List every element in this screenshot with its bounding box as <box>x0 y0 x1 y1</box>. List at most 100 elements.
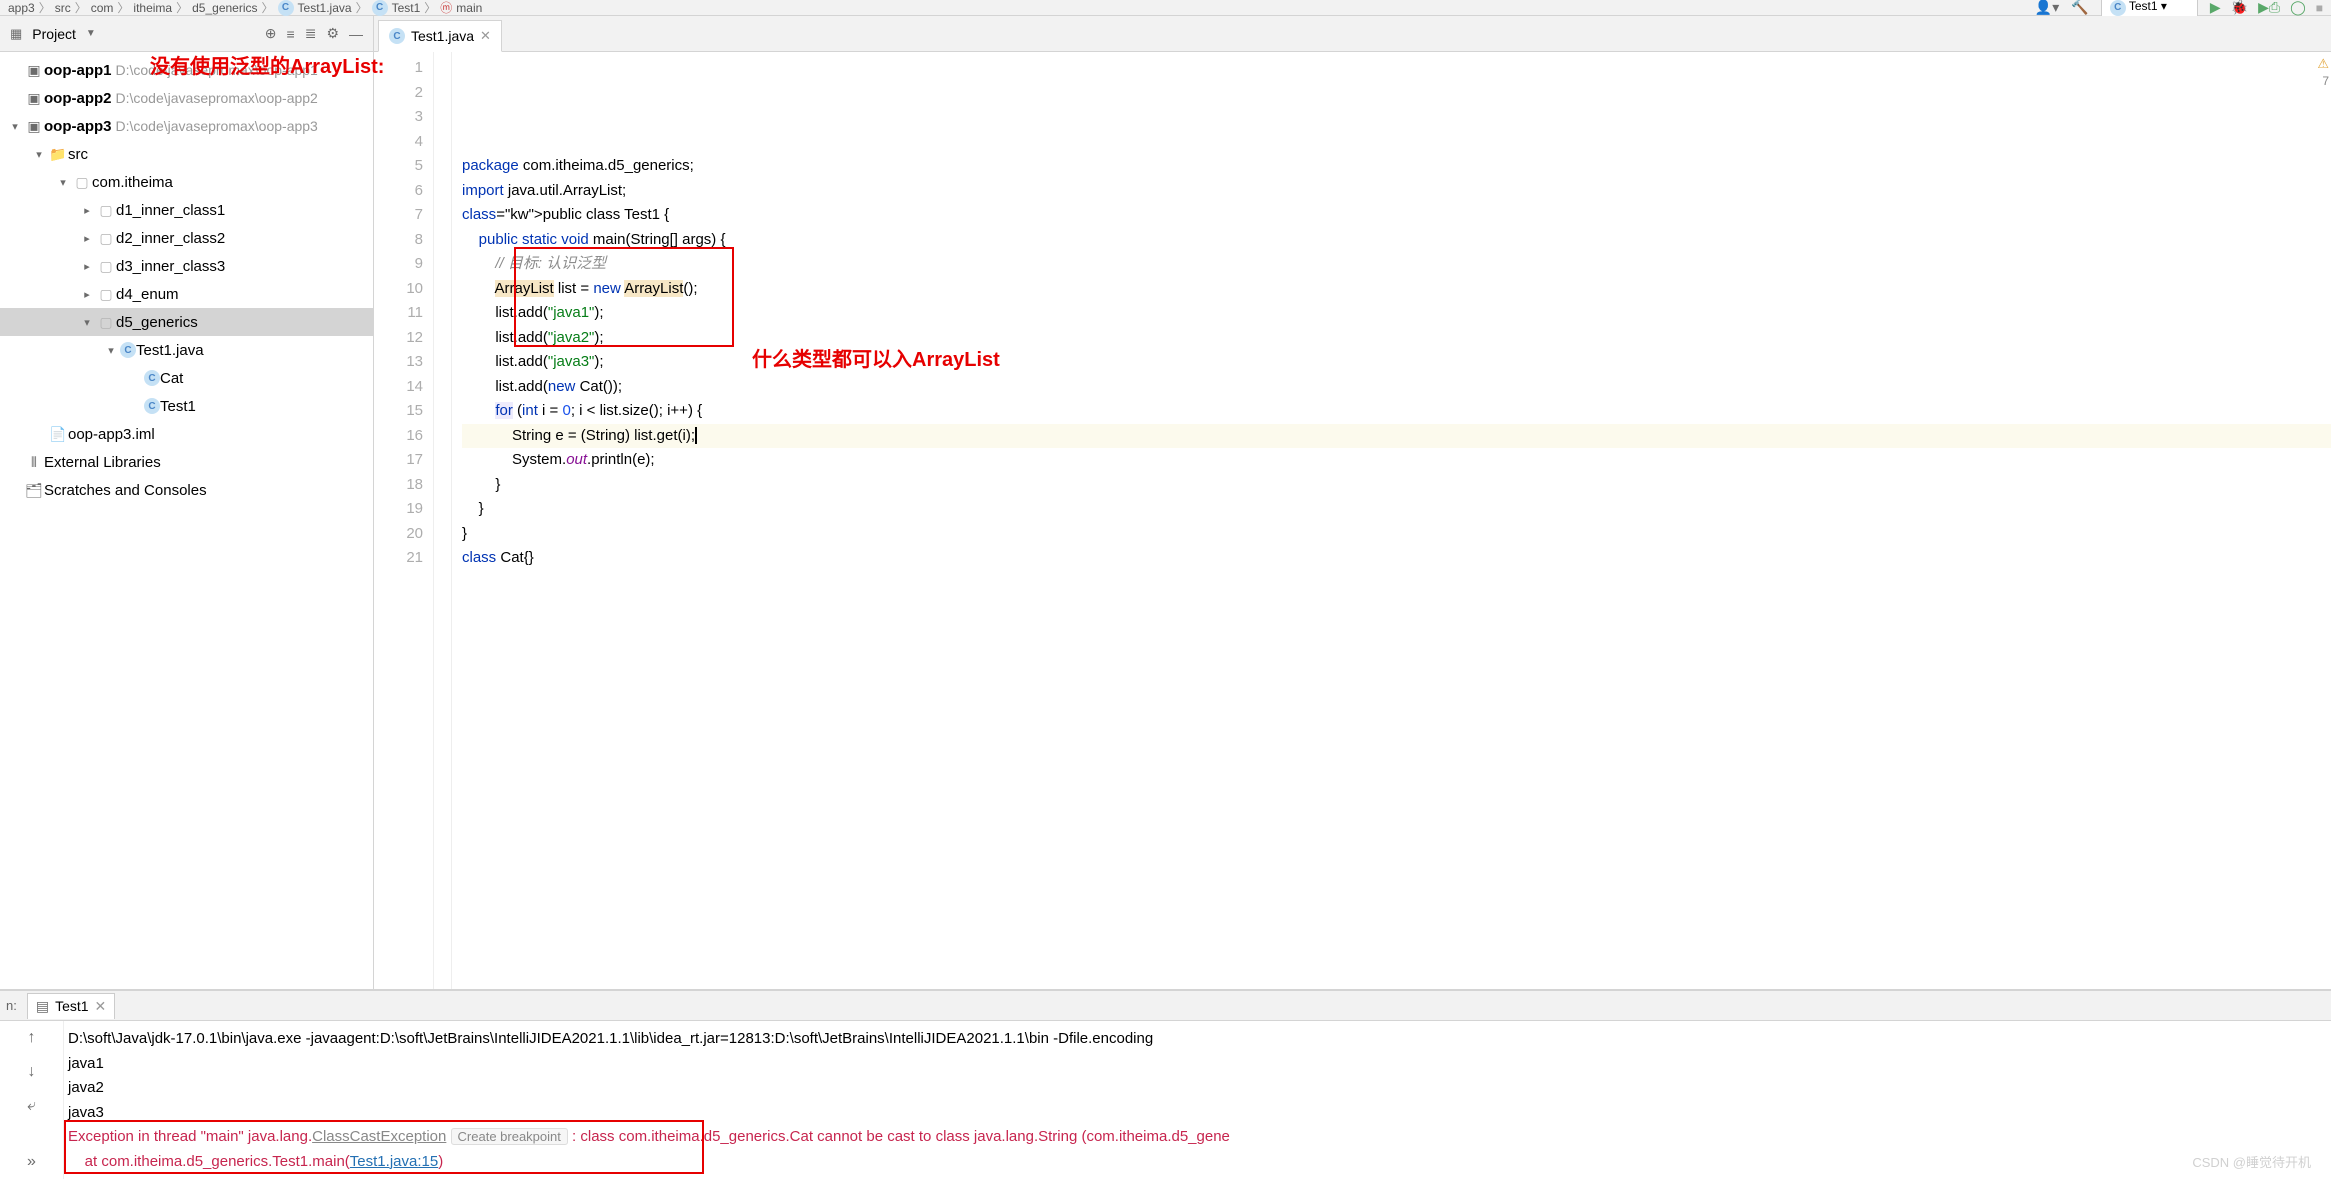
chevron-icon[interactable]: ▸ <box>78 288 96 301</box>
wrap-icon[interactable]: ⤶ <box>27 1097 36 1115</box>
chevron-icon[interactable]: ▸ <box>78 260 96 273</box>
code-lines[interactable]: 什么类型都可以入ArrayList package com.itheima.d5… <box>452 52 2331 989</box>
expand-icon[interactable]: ≡ <box>287 26 295 42</box>
close-icon[interactable]: ✕ <box>95 998 107 1015</box>
pkg-icon: ▢ <box>96 314 116 331</box>
tree-item-d2-inner-class2[interactable]: ▸▢d2_inner_class2 <box>0 224 373 252</box>
tree-item-oop-app2[interactable]: ▣oop-app2D:\code\javasepromax\oop-app2 <box>0 84 373 112</box>
code-area[interactable]: 1234▶5▶6789101112131415161718192021 什么类型… <box>374 52 2331 989</box>
editor-tabs: C Test1.java ✕ <box>374 16 2331 52</box>
chevron-icon[interactable]: ▸ <box>78 232 96 245</box>
fold-column <box>434 52 452 989</box>
settings-icon[interactable]: ⚙ <box>326 25 339 42</box>
annotation-no-generics: 没有使用泛型的ArrayList: <box>150 50 374 79</box>
chevron-icon[interactable]: ▸ <box>78 204 96 217</box>
pkg-icon: ▢ <box>96 230 116 247</box>
tree-label: com.itheima <box>92 174 173 191</box>
annotation-any-type: 什么类型都可以入ArrayList <box>752 348 1000 373</box>
class-icon: C <box>144 398 160 414</box>
pkg-icon: ▢ <box>96 202 116 219</box>
chevron-icon[interactable]: ▾ <box>78 316 96 329</box>
sidebar-title[interactable]: Project <box>32 26 76 42</box>
tree-item-test1-java[interactable]: ▾CTest1.java <box>0 336 373 364</box>
tree-label: oop-app3 <box>44 118 112 135</box>
tree-item-cat[interactable]: CCat <box>0 364 373 392</box>
debug-button[interactable]: 🐞 <box>2231 0 2248 16</box>
tree-item-src[interactable]: ▾📁src <box>0 140 373 168</box>
crumb[interactable]: itheima <box>133 1 172 15</box>
locate-icon[interactable]: ⊕ <box>265 25 277 42</box>
crumb[interactable]: Test1.java <box>298 1 352 15</box>
chevron-icon[interactable]: ▾ <box>54 176 72 189</box>
more-icon[interactable]: » <box>27 1153 36 1171</box>
down-icon[interactable]: ↓ <box>28 1063 36 1081</box>
tree-item-oop-app3-iml[interactable]: 📄oop-app3.iml <box>0 420 373 448</box>
up-icon[interactable]: ↑ <box>28 1029 36 1047</box>
run-tabs: n: ▤ Test1 ✕ <box>0 991 2331 1021</box>
scratch-icon: 🗂 <box>24 482 44 499</box>
class-icon: C <box>278 0 294 16</box>
run-tab[interactable]: ▤ Test1 ✕ <box>27 993 115 1019</box>
crumb[interactable]: Test1 <box>392 1 421 15</box>
tree-label: src <box>68 146 88 163</box>
top-bar: app3〉 src〉 com〉 itheima〉 d5_generics〉 C … <box>0 0 2331 16</box>
tree-item-oop-app3[interactable]: ▾▣oop-app3D:\code\javasepromax\oop-app3 <box>0 112 373 140</box>
tree-label: External Libraries <box>44 454 161 471</box>
project-sidebar: ▦ Project ▼ ⊕ ≡ ≣ ⚙ — ▣oop-app1D:\code\j… <box>0 16 374 989</box>
class-icon: C <box>120 342 136 358</box>
crumb[interactable]: app3 <box>8 1 35 15</box>
watermark: CSDN @睡觉待开机 <box>2192 1151 2311 1176</box>
crumb[interactable]: com <box>91 1 114 15</box>
console-output[interactable]: D:\soft\Java\jdk-17.0.1\bin\java.exe -ja… <box>64 1021 2331 1179</box>
crumb[interactable]: d5_generics <box>192 1 257 15</box>
create-breakpoint-button[interactable]: Create breakpoint <box>451 1128 568 1145</box>
collapse-icon[interactable]: ≣ <box>305 25 317 42</box>
mod-icon: ▣ <box>24 90 44 107</box>
tree-item-external-libraries[interactable]: ⫴External Libraries <box>0 448 373 476</box>
tree-label: Cat <box>160 370 183 387</box>
warning-icon[interactable]: ⚠ <box>2317 56 2329 72</box>
warning-count: 7 <box>2322 74 2329 88</box>
chevron-icon[interactable]: ▾ <box>6 120 24 133</box>
class-icon: C <box>372 0 388 16</box>
build-icon[interactable]: 🔨 <box>2071 0 2088 16</box>
tree-label: d1_inner_class1 <box>116 202 225 219</box>
hide-icon[interactable]: — <box>349 26 363 42</box>
breadcrumbs: app3〉 src〉 com〉 itheima〉 d5_generics〉 C … <box>8 0 2035 16</box>
tree-item-com-itheima[interactable]: ▾▢com.itheima <box>0 168 373 196</box>
error-stripe: ⚠ 7 <box>2309 52 2331 989</box>
coverage-button[interactable]: ▶⎙ <box>2258 0 2280 16</box>
tree-item-test1[interactable]: CTest1 <box>0 392 373 420</box>
tab-test1[interactable]: C Test1.java ✕ <box>378 20 502 52</box>
tree-label: oop-app3.iml <box>68 426 155 443</box>
stop-button[interactable]: ■ <box>2316 1 2323 15</box>
run-toolbar: ↑ ↓ ⤶ » <box>0 1021 64 1179</box>
tree-item-d3-inner-class3[interactable]: ▸▢d3_inner_class3 <box>0 252 373 280</box>
project-tree[interactable]: ▣oop-app1D:\code\javasepromax\oop-app1▣o… <box>0 52 373 508</box>
tree-item-d4-enum[interactable]: ▸▢d4_enum <box>0 280 373 308</box>
run-button[interactable]: ▶ <box>2210 0 2221 16</box>
tree-item-d1-inner-class1[interactable]: ▸▢d1_inner_class1 <box>0 196 373 224</box>
user-icon[interactable]: 👤▾ <box>2035 0 2059 16</box>
tree-label: Test1 <box>160 398 196 415</box>
crumb[interactable]: main <box>456 1 482 15</box>
file-icon: 📄 <box>48 426 68 443</box>
class-icon: C <box>389 28 405 44</box>
pkg-icon: ▢ <box>96 286 116 303</box>
stack-link[interactable]: Test1.java:15 <box>350 1153 438 1170</box>
exception-link[interactable]: ClassCastException <box>312 1128 446 1145</box>
run-tab-label: Test1 <box>55 998 88 1014</box>
profile-button[interactable]: ◯ <box>2290 0 2306 16</box>
crumb[interactable]: src <box>55 1 71 15</box>
tree-path: D:\code\javasepromax\oop-app3 <box>116 118 318 134</box>
pkg-icon: ▢ <box>96 258 116 275</box>
tree-item-scratches-and-consoles[interactable]: 🗂Scratches and Consoles <box>0 476 373 504</box>
tree-item-d5-generics[interactable]: ▾▢d5_generics <box>0 308 373 336</box>
close-icon[interactable]: ✕ <box>480 28 491 44</box>
tree-label: oop-app2 <box>44 90 112 107</box>
chevron-icon[interactable]: ▾ <box>30 148 48 161</box>
tree-label: d2_inner_class2 <box>116 230 225 247</box>
chevron-icon[interactable]: ▾ <box>102 344 120 357</box>
tree-label: Scratches and Consoles <box>44 482 207 499</box>
mod-icon: ▣ <box>24 118 44 135</box>
